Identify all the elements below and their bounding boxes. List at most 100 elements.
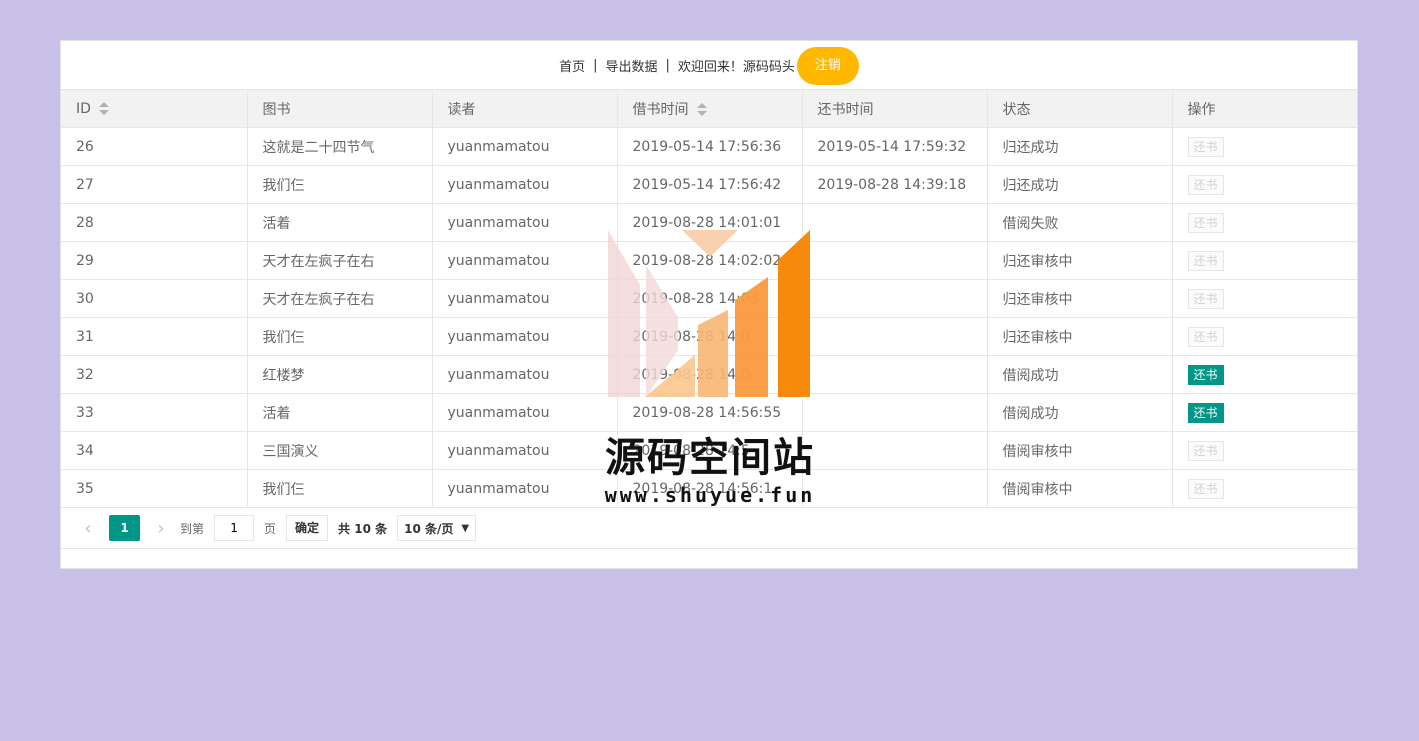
return-book-button[interactable]: 还书 <box>1187 364 1224 385</box>
col-header-id[interactable]: ID <box>61 89 248 128</box>
cell-book: 红楼梦 <box>246 355 433 394</box>
cell-reader: yuanmamatou <box>431 165 618 204</box>
cell-status: 归还审核中 <box>986 317 1173 356</box>
cell-reader: yuanmamatou <box>431 393 618 432</box>
cell-return-time <box>801 393 988 432</box>
cell-status: 借阅成功 <box>986 355 1173 394</box>
cell-borrow-time: 2019-08-28 14:0 <box>616 317 803 356</box>
logout-button[interactable]: 注销 <box>796 47 859 85</box>
goto-label: 到第 <box>180 521 205 536</box>
pagination: ‹ 1 › 到第 页 确定 共 10 条 10 条/页▼ <box>61 508 1357 549</box>
cell-id: 29 <box>61 241 248 280</box>
cell-id: 35 <box>61 469 248 508</box>
cell-book: 活着 <box>246 203 433 242</box>
prev-page-icon[interactable]: ‹ <box>81 518 95 539</box>
cell-id: 30 <box>61 279 248 318</box>
cell-reader: yuanmamatou <box>431 203 618 242</box>
col-header-reader: 读者 <box>431 89 618 128</box>
cell-book: 天才在左疯子在右 <box>246 241 433 280</box>
col-header-status: 状态 <box>986 89 1173 128</box>
cell-status: 借阅审核中 <box>986 469 1173 508</box>
cell-reader: yuanmamatou <box>431 279 618 318</box>
nav-home-link[interactable]: 首页 <box>559 56 585 75</box>
cell-book: 这就是二十四节气 <box>246 127 433 166</box>
caret-down-icon: ▼ <box>461 522 470 534</box>
cell-id: 31 <box>61 317 248 356</box>
sort-icon[interactable] <box>98 101 109 116</box>
next-page-icon[interactable]: › <box>154 518 168 539</box>
cell-action: 还书 <box>1171 241 1357 280</box>
table-row: 29 天才在左疯子在右 yuanmamatou 2019-08-28 14:02:02… <box>61 241 1357 280</box>
cell-book: 天才在左疯子在右 <box>246 279 433 318</box>
cell-borrow-time: 2019-08-28 14:0 <box>616 355 803 394</box>
table-row: 32 红楼梦 yuanmamatou 2019-08-28 14:0 借阅成功 还书 <box>61 355 1357 394</box>
cell-borrow-time: 2019-08-28 14:01:01 <box>616 203 803 242</box>
total-count: 共 10 条 <box>338 521 388 536</box>
goto-page-input[interactable] <box>214 515 255 541</box>
cell-action: 还书 <box>1171 165 1357 204</box>
table-row: 27 我们仨 yuanmamatou 2019-05-14 17:56:42 2019-… <box>61 165 1357 204</box>
return-book-button[interactable]: 还书 <box>1187 402 1224 423</box>
table-row: 30 天才在左疯子在右 yuanmamatou 2019-08-28 14:03 归还审… <box>61 279 1357 318</box>
cell-id: 26 <box>61 127 248 166</box>
cell-book: 三国演义 <box>246 431 433 470</box>
cell-action: 还书 <box>1171 317 1357 356</box>
col-header-book: 图书 <box>246 89 433 128</box>
cell-return-time <box>801 203 988 242</box>
sort-icon[interactable] <box>696 102 707 117</box>
goto-confirm-button[interactable]: 确定 <box>286 515 329 541</box>
cell-return-time <box>801 431 988 470</box>
cell-action: 还书 <box>1171 279 1357 318</box>
table-row: 31 我们仨 yuanmamatou 2019-08-28 14:0 归还审核中 还书 <box>61 317 1357 356</box>
return-book-button: 还书 <box>1187 136 1224 157</box>
nav-separator: | <box>593 57 598 73</box>
cell-action: 还书 <box>1171 203 1357 242</box>
cell-borrow-time: 2019-08-28 14:5 <box>616 431 803 470</box>
cell-reader: yuanmamatou <box>431 127 618 166</box>
cell-reader: yuanmamatou <box>431 431 618 470</box>
cell-action: 还书 <box>1171 355 1357 394</box>
return-book-button: 还书 <box>1187 174 1224 195</box>
cell-borrow-time: 2019-05-14 17:56:42 <box>616 165 803 204</box>
page-current[interactable]: 1 <box>109 515 140 541</box>
cell-return-time <box>801 469 988 508</box>
nav-export-link[interactable]: 导出数据 <box>605 56 657 75</box>
cell-return-time <box>801 279 988 318</box>
cell-book: 我们仨 <box>246 317 433 356</box>
return-book-button: 还书 <box>1187 478 1224 499</box>
cell-id: 33 <box>61 393 248 432</box>
cell-return-time <box>801 355 988 394</box>
cell-reader: yuanmamatou <box>431 317 618 356</box>
col-header-action: 操作 <box>1171 89 1357 128</box>
cell-status: 归还成功 <box>986 127 1173 166</box>
cell-return-time <box>801 241 988 280</box>
cell-return-time: 2019-08-28 14:39:18 <box>801 165 988 204</box>
cell-book: 我们仨 <box>246 165 433 204</box>
cell-reader: yuanmamatou <box>431 355 618 394</box>
cell-action: 还书 <box>1171 127 1357 166</box>
cell-book: 活着 <box>246 393 433 432</box>
welcome-text: 欢迎回来！源码码头 <box>677 59 795 75</box>
borrow-table: ID 图书 读者 借书时间 还书时间 状态 操作 26 这就是二十四节气 yuanm… <box>61 89 1357 508</box>
table-row: 33 活着 yuanmamatou 2019-08-28 14:56:55 借阅成功 还书 <box>61 393 1357 432</box>
table-row: 34 三国演义 yuanmamatou 2019-08-28 14:5 借阅审核中 还书 <box>61 431 1357 470</box>
page-size-select[interactable]: 10 条/页 ▼ <box>397 515 477 541</box>
cell-borrow-time: 2019-08-28 14:02:02 <box>616 241 803 280</box>
cell-status: 借阅失败 <box>986 203 1173 242</box>
col-header-borrow-time[interactable]: 借书时间 <box>616 89 803 128</box>
nav-separator: | <box>665 57 670 73</box>
cell-borrow-time: 2019-08-28 14:56:1 <box>616 469 803 508</box>
cell-book: 我们仨 <box>246 469 433 508</box>
cell-return-time <box>801 317 988 356</box>
table-row: 26 这就是二十四节气 yuanmamatou 2019-05-14 17:56:36… <box>61 127 1357 166</box>
cell-borrow-time: 2019-05-14 17:56:36 <box>616 127 803 166</box>
return-book-button: 还书 <box>1187 440 1224 461</box>
cell-id: 32 <box>61 355 248 394</box>
main-panel: 首页 | 导出数据 | 欢迎回来！源码码头 注销 ID 图书 读者 借书时间 还… <box>60 40 1358 569</box>
cell-status: 归还审核中 <box>986 241 1173 280</box>
table-row: 28 活着 yuanmamatou 2019-08-28 14:01:01 借阅失败 还书 <box>61 203 1357 242</box>
cell-reader: yuanmamatou <box>431 469 618 508</box>
cell-return-time: 2019-05-14 17:59:32 <box>801 127 988 166</box>
return-book-button: 还书 <box>1187 250 1224 271</box>
cell-reader: yuanmamatou <box>431 241 618 280</box>
